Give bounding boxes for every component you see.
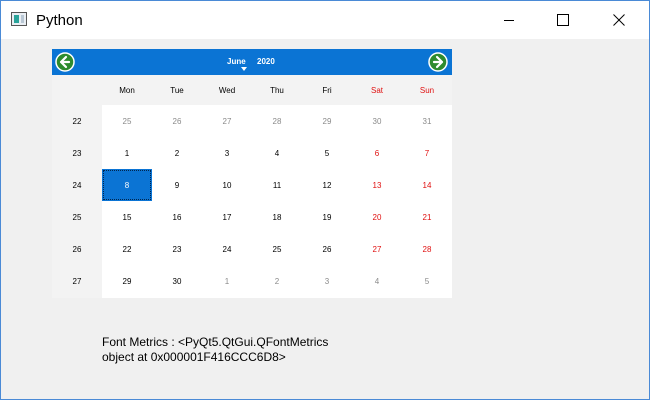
maximize-button[interactable] [540, 1, 586, 39]
title-bar: Python [1, 1, 649, 39]
calendar-day-cell[interactable]: 11 [252, 169, 302, 201]
week-number-column: 22 23 24 25 26 27 [52, 105, 102, 298]
calendar-day-cell[interactable]: 21 [402, 201, 452, 233]
calendar-day-cell[interactable]: 2 [252, 265, 302, 297]
calendar-day-cell[interactable]: 3 [302, 265, 352, 297]
calendar-day-cell[interactable]: 17 [202, 201, 252, 233]
close-button[interactable] [596, 1, 642, 39]
weekday-header-cell: Thu [270, 85, 284, 95]
calendar-day-cell[interactable]: 24 [202, 233, 252, 265]
week-number: 24 [72, 180, 82, 190]
calendar-day-cell[interactable]: 15 [102, 201, 152, 233]
calendar-day-cell[interactable]: 6 [352, 137, 402, 169]
calendar-day-cell[interactable]: 29 [102, 265, 152, 297]
calendar-day-cell[interactable]: 1 [102, 137, 152, 169]
calendar-day-cell[interactable]: 22 [102, 233, 152, 265]
month-dropdown-icon [241, 67, 247, 71]
minimize-icon [504, 20, 514, 21]
weekday-header-cell: Sat [370, 85, 383, 95]
calendar-day-cell[interactable]: 3 [202, 137, 252, 169]
calendar-widget: June 2020 Mon Tue Wed Thu Fri Sat Sun 22 23 24 25… [52, 49, 452, 298]
weekday-header-cell: Sun [419, 85, 435, 95]
calendar-day-cell[interactable]: 20 [352, 201, 402, 233]
calendar-day-cell[interactable]: 27 [202, 105, 252, 137]
calendar-day-cell[interactable]: 19 [302, 201, 352, 233]
calendar-day-cell[interactable]: 30 [152, 265, 202, 297]
calendar-day-cell[interactable]: 10 [202, 169, 252, 201]
weekday-header: Mon Tue Wed Thu Fri Sat Sun [52, 75, 452, 105]
window-title: Python [36, 12, 83, 29]
calendar-day-cell[interactable]: 18 [252, 201, 302, 233]
calendar-day-cell[interactable]: 7 [402, 137, 452, 169]
prev-month-button[interactable] [55, 52, 75, 72]
week-number: 25 [72, 212, 82, 222]
maximize-icon [557, 14, 569, 26]
month-selector[interactable]: June [227, 57, 246, 66]
calendar-day-cell[interactable]: 26 [152, 105, 202, 137]
week-number: 26 [72, 244, 82, 254]
calendar-day-cell[interactable]: 29 [302, 105, 352, 137]
week-number: 27 [72, 276, 82, 286]
calendar-day-cell[interactable]: 8 [102, 169, 152, 201]
calendar-day-cell[interactable]: 12 [302, 169, 352, 201]
app-window: Python June 2020 Mon Tue Wed Thu Fri Sat Sun 2 [0, 0, 650, 400]
calendar-day-cell[interactable]: 27 [352, 233, 402, 265]
calendar-day-cell[interactable]: 13 [352, 169, 402, 201]
calendar-day-cell[interactable]: 2 [152, 137, 202, 169]
calendar-day-cell[interactable]: 4 [352, 265, 402, 297]
calendar-day-cell[interactable]: 5 [402, 265, 452, 297]
minimize-button[interactable] [486, 1, 532, 39]
calendar-day-cell[interactable]: 28 [402, 233, 452, 265]
close-icon [613, 14, 625, 26]
weekday-header-cell: Fri [322, 85, 332, 95]
calendar-day-cell[interactable]: 4 [252, 137, 302, 169]
year-selector[interactable]: 2020 [257, 57, 275, 66]
font-metrics-label: Font Metrics : <PyQt5.QtGui.QFontMetrics… [102, 335, 329, 364]
calendar-day-cell[interactable]: 28 [252, 105, 302, 137]
weekday-header-cell: Mon [119, 85, 135, 95]
weekday-header-cell: Tue [170, 85, 184, 95]
calendar-navigation-bar: June 2020 [52, 49, 452, 75]
python-window-icon [11, 12, 27, 26]
weekday-header-cell: Wed [218, 85, 236, 95]
calendar-day-cell[interactable]: 1 [202, 265, 252, 297]
calendar-day-cell[interactable]: 14 [402, 169, 452, 201]
next-month-button[interactable] [428, 52, 448, 72]
calendar-day-cell[interactable]: 5 [302, 137, 352, 169]
week-number: 23 [72, 148, 82, 158]
calendar-day-cell[interactable]: 26 [302, 233, 352, 265]
calendar-day-cell[interactable]: 23 [152, 233, 202, 265]
calendar-day-cell[interactable]: 16 [152, 201, 202, 233]
calendar-day-cell[interactable]: 31 [402, 105, 452, 137]
calendar-day-cell[interactable]: 30 [352, 105, 402, 137]
week-number: 22 [72, 116, 82, 126]
calendar-day-cell[interactable]: 25 [102, 105, 152, 137]
calendar-day-cell[interactable]: 25 [252, 233, 302, 265]
calendar-day-cell[interactable]: 9 [152, 169, 202, 201]
